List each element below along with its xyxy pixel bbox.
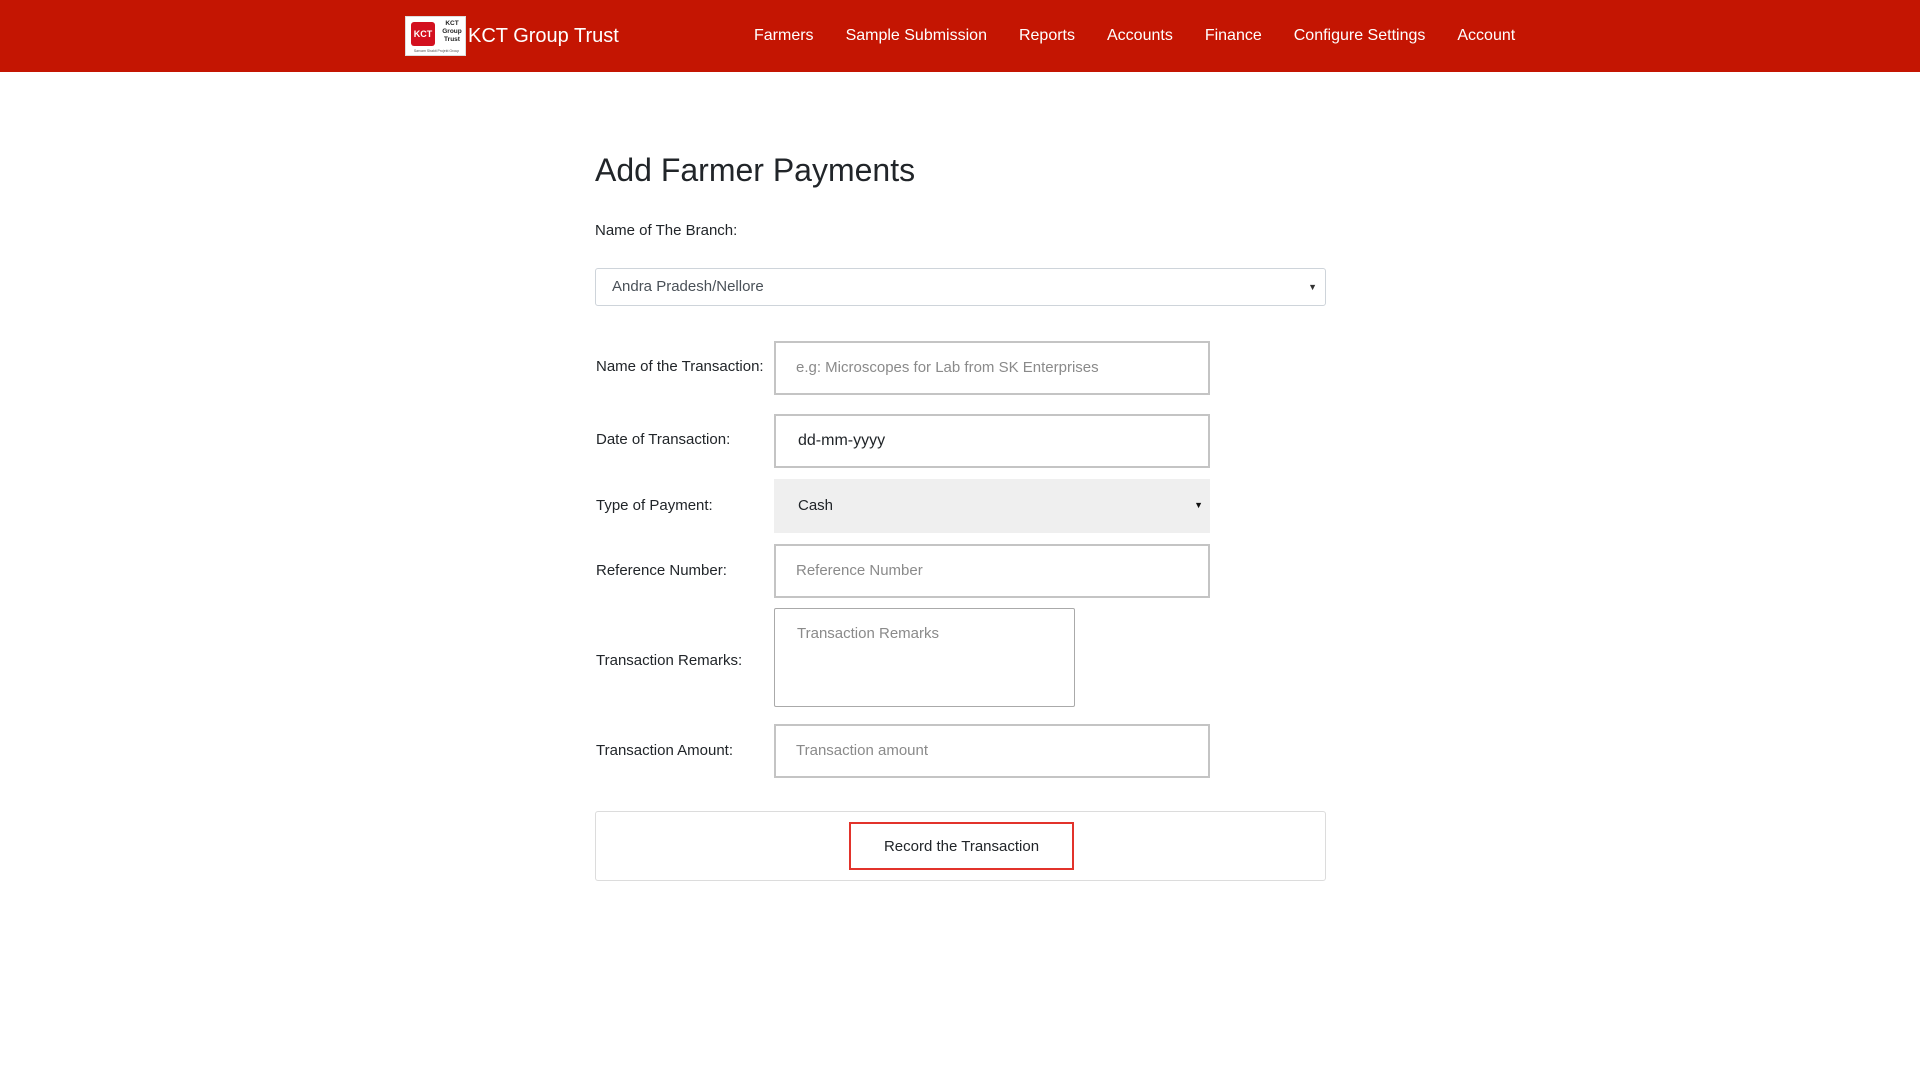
- payment-form: Add Farmer Payments Name of The Branch: …: [595, 140, 1326, 881]
- submit-container: Record the Transaction: [595, 811, 1326, 881]
- payment-type-label: Type of Payment:: [596, 497, 713, 514]
- transaction-date-input[interactable]: dd-mm-yyyy: [774, 414, 1210, 468]
- reference-number-input[interactable]: Reference Number: [774, 544, 1210, 598]
- transaction-date-label: Date of Transaction:: [596, 431, 731, 448]
- brand-name: KCT Group Trust: [468, 25, 619, 47]
- logo-text: KCT Group Trust: [442, 20, 462, 43]
- branch-label: Name of The Branch:: [595, 222, 738, 239]
- logo-subtext: Sarvam Shakti Projekt Group: [413, 49, 460, 53]
- payment-type-value: Cash: [798, 497, 834, 514]
- logo-mark: KCT: [411, 22, 435, 46]
- branch-select[interactable]: Andra Pradesh/Nellore ▼: [595, 268, 1326, 306]
- transaction-name-input[interactable]: e.g: Microscopes for Lab from SK Enterpr…: [774, 341, 1210, 395]
- nav-item-configure-settings[interactable]: Configure Settings: [1278, 27, 1442, 45]
- record-transaction-button[interactable]: Record the Transaction: [849, 822, 1074, 870]
- chevron-down-icon: ▼: [1194, 500, 1203, 510]
- nav-item-farmers[interactable]: Farmers: [738, 27, 830, 45]
- transaction-name-label: Name of the Transaction:: [596, 358, 764, 375]
- branch-select-value: Andra Pradesh/Nellore: [612, 278, 764, 295]
- nav-item-sample-submission[interactable]: Sample Submission: [830, 27, 1003, 45]
- kct-logo: KCT KCT Group Trust Sarvam Shakti Projek…: [405, 16, 466, 56]
- payment-type-select[interactable]: Cash ▼: [774, 479, 1210, 533]
- reference-number-label: Reference Number:: [596, 562, 727, 579]
- top-navbar: KCT KCT Group Trust Sarvam Shakti Projek…: [0, 0, 1920, 72]
- nav-item-finance[interactable]: Finance: [1189, 27, 1278, 45]
- amount-input[interactable]: Transaction amount: [774, 724, 1210, 778]
- nav-item-account[interactable]: Account: [1441, 27, 1531, 45]
- remarks-textarea[interactable]: Transaction Remarks: [774, 608, 1075, 707]
- main-nav: Farmers Sample Submission Reports Accoun…: [738, 0, 1531, 72]
- remarks-label: Transaction Remarks:: [596, 652, 743, 669]
- amount-label: Transaction Amount:: [596, 742, 734, 759]
- brand-link[interactable]: KCT KCT Group Trust Sarvam Shakti Projek…: [405, 16, 619, 56]
- page-title: Add Farmer Payments: [595, 152, 916, 188]
- nav-item-reports[interactable]: Reports: [1003, 27, 1091, 45]
- chevron-down-icon: ▼: [1308, 282, 1317, 292]
- nav-item-accounts[interactable]: Accounts: [1091, 27, 1189, 45]
